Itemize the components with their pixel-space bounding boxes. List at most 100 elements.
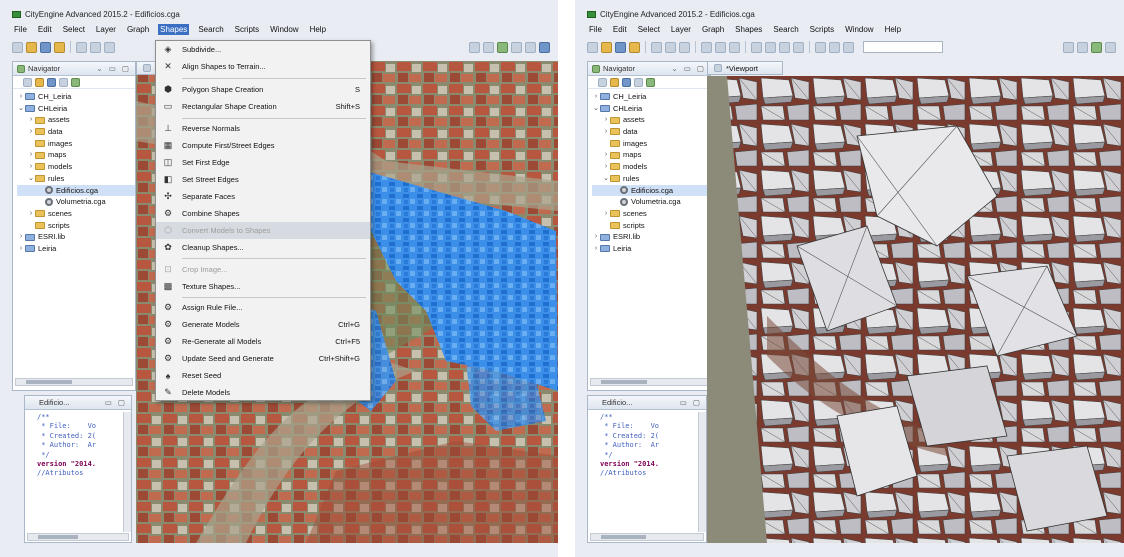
menu-item-cleanup-shapes[interactable]: ✿ Cleanup Shapes... — [156, 239, 370, 256]
panel-controls[interactable]: ▭ ▢ — [680, 398, 706, 407]
perspective-icon[interactable] — [511, 41, 522, 53]
tree-item[interactable]: ⌄ CHLeiria — [17, 103, 135, 115]
tree-item[interactable]: › Leiria — [592, 243, 710, 255]
open-folder-icon[interactable] — [26, 41, 37, 53]
menu-shapes[interactable]: Shapes — [158, 23, 190, 35]
view-menu-icon[interactable] — [634, 77, 643, 87]
tree-item[interactable]: › maps — [17, 149, 135, 161]
graph-tool-icon[interactable] — [765, 41, 776, 53]
tree-item[interactable]: › data — [17, 126, 135, 138]
layout-icon[interactable] — [469, 41, 480, 53]
menu-item-combine-shapes[interactable]: ⚙ Combine Shapes — [156, 205, 370, 222]
menu-search[interactable]: Search — [771, 24, 800, 35]
editor-vscroll[interactable] — [698, 412, 706, 532]
layout-icon[interactable] — [1063, 41, 1074, 53]
menu-item-rectangular-creation[interactable]: ▭ Rectangular Shape Creation Shift+S — [156, 98, 370, 115]
panel-controls[interactable]: ⌄ ▭ ▢ — [671, 64, 710, 73]
tree-item[interactable]: › scenes — [17, 208, 135, 220]
link-icon[interactable] — [35, 77, 44, 87]
menu-item-set-street-edges[interactable]: ◧ Set Street Edges — [156, 171, 370, 188]
tree-item[interactable]: Edificios.cga — [17, 184, 135, 197]
tree-item[interactable]: ⌄ rules — [17, 173, 135, 185]
tree-item[interactable]: › models — [592, 161, 710, 173]
new-file-icon[interactable] — [587, 41, 598, 53]
tree-item[interactable]: › ESRI.lib — [592, 231, 710, 243]
open-folder-icon[interactable] — [601, 41, 612, 53]
collapse-all-icon[interactable] — [23, 77, 32, 87]
collapse-all-icon[interactable] — [598, 77, 607, 87]
menu-file[interactable]: File — [587, 24, 604, 35]
menu-window[interactable]: Window — [268, 24, 300, 35]
filter-icon[interactable] — [622, 77, 631, 87]
view-icon[interactable] — [829, 41, 840, 53]
camera-icon[interactable] — [793, 41, 804, 53]
navigator-tab[interactable]: Navigator ⌄ ▭ ▢ — [588, 62, 710, 76]
menu-item-generate-models[interactable]: ⚙ Generate Models Ctrl+G — [156, 316, 370, 333]
menu-item-align-terrain[interactable]: ✕ Align Shapes to Terrain... — [156, 58, 370, 75]
new-file-icon[interactable] — [12, 41, 23, 53]
menu-help[interactable]: Help — [883, 24, 903, 35]
tree-item[interactable]: Edificios.cga — [592, 184, 710, 197]
brush-icon[interactable] — [629, 41, 640, 53]
view-icon[interactable] — [843, 41, 854, 53]
menu-item-set-first-edge[interactable]: ◫ Set First Edge — [156, 154, 370, 171]
editor-tab[interactable]: Edificio... ▭ ▢ — [25, 396, 131, 410]
tree-item[interactable]: images — [592, 138, 710, 150]
panel-controls[interactable]: ⌄ ▭ ▢ — [96, 64, 135, 73]
menu-help[interactable]: Help — [308, 24, 328, 35]
paste-icon[interactable] — [679, 41, 690, 53]
scrollbar-thumb[interactable] — [26, 380, 73, 384]
tree-item[interactable]: scripts — [592, 220, 710, 232]
tree-item[interactable]: › data — [592, 126, 710, 138]
frame-icon[interactable] — [779, 41, 790, 53]
tree-item[interactable]: › ESRI.lib — [17, 231, 135, 243]
scrollbar-thumb[interactable] — [601, 535, 646, 539]
copy-icon[interactable] — [90, 41, 101, 53]
menu-item-assign-rule[interactable]: ⚙ Assign Rule File... — [156, 299, 370, 316]
navigator-scrollbar[interactable] — [590, 378, 708, 386]
tree-item[interactable]: › scenes — [592, 208, 710, 220]
navigator-scrollbar[interactable] — [15, 378, 133, 386]
layout-icon[interactable] — [1077, 41, 1088, 53]
perspective-icon[interactable] — [1091, 41, 1102, 53]
menu-select[interactable]: Select — [636, 24, 662, 35]
menu-select[interactable]: Select — [61, 24, 87, 35]
tree-item[interactable]: ⌄ rules — [592, 173, 710, 185]
viewport-tab[interactable]: *Viewport — [707, 61, 783, 75]
sync-icon[interactable] — [646, 77, 655, 87]
viewport-tab[interactable] — [136, 61, 156, 75]
tree-item[interactable]: › maps — [592, 149, 710, 161]
tree-item[interactable]: › models — [17, 161, 135, 173]
navigator-tab[interactable]: Navigator ⌄ ▭ ▢ — [13, 62, 135, 76]
menu-item-regenerate-models[interactable]: ⚙ Re-Generate all Models Ctrl+F5 — [156, 333, 370, 350]
save-icon[interactable] — [615, 41, 626, 53]
perspective-icon[interactable] — [497, 41, 508, 53]
perspective-icon[interactable] — [1105, 41, 1116, 53]
menu-edit[interactable]: Edit — [36, 24, 54, 35]
tree-item[interactable]: › assets — [592, 114, 710, 126]
scale-icon[interactable] — [729, 41, 740, 53]
menu-window[interactable]: Window — [843, 24, 875, 35]
layout-icon[interactable] — [483, 41, 494, 53]
tree-item[interactable]: images — [17, 138, 135, 150]
tree-item[interactable]: › assets — [17, 114, 135, 126]
menu-item-subdivide[interactable]: ◈ Subdivide... — [156, 41, 370, 58]
panel-controls[interactable]: ▭ ▢ — [105, 398, 131, 407]
perspective-icon[interactable] — [539, 41, 550, 53]
menu-layer[interactable]: Layer — [669, 24, 693, 35]
cga-code[interactable]: /** * File: Vo * Created: 2( * Author: A… — [25, 410, 131, 479]
tree-item[interactable]: Volumetria.cga — [592, 196, 710, 208]
menu-item-update-seed-generate[interactable]: ⚙ Update Seed and Generate Ctrl+Shift+G — [156, 350, 370, 367]
menu-item-reset-seed[interactable]: ♠ Reset Seed — [156, 367, 370, 384]
toolbar-search-field[interactable] — [863, 41, 943, 53]
paste-icon[interactable] — [104, 41, 115, 53]
link-icon[interactable] — [610, 77, 619, 87]
tree-item[interactable]: › CH_Leiria — [592, 91, 710, 103]
rotate-icon[interactable] — [715, 41, 726, 53]
scrollbar-thumb[interactable] — [601, 380, 648, 384]
cga-code[interactable]: /** * File: Vo * Created: 2( * Author: A… — [588, 410, 706, 479]
view-icon[interactable] — [815, 41, 826, 53]
tree-item[interactable]: scripts — [17, 220, 135, 232]
menu-item-compute-edges[interactable]: ▦ Compute First/Street Edges — [156, 137, 370, 154]
sync-icon[interactable] — [71, 77, 80, 87]
